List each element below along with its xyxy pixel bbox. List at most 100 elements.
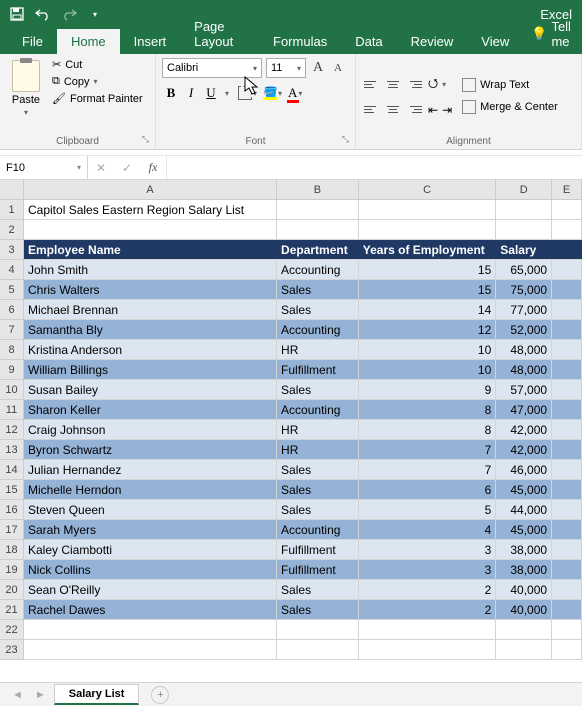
cell[interactable]: 75,000 <box>496 280 552 299</box>
row-header[interactable]: 23 <box>0 640 23 660</box>
name-box[interactable]: F10 ▾ <box>0 156 88 179</box>
undo-icon[interactable] <box>32 3 54 25</box>
cell[interactable]: 2 <box>359 580 497 599</box>
cell[interactable]: William Billings <box>24 360 277 379</box>
align-middle-button[interactable] <box>384 75 402 93</box>
tab-page-layout[interactable]: Page Layout <box>180 14 259 54</box>
copy-button[interactable]: ⧉ Copy ▾ <box>52 75 143 88</box>
font-name-dropdown[interactable]: Calibri ▾ <box>162 58 262 78</box>
cell[interactable] <box>552 220 582 239</box>
row-header[interactable]: 7 <box>0 320 23 340</box>
cell[interactable] <box>552 200 582 219</box>
cell[interactable]: Nick Collins <box>24 560 277 579</box>
cell[interactable]: 6 <box>359 480 497 499</box>
row-header[interactable]: 6 <box>0 300 23 320</box>
cell[interactable]: Employee Name <box>24 240 277 259</box>
cell[interactable]: Fulfillment <box>277 540 359 559</box>
column-headers[interactable]: A B C D E <box>24 180 582 200</box>
decrease-font-icon[interactable]: A <box>330 60 346 76</box>
cell[interactable]: 40,000 <box>496 580 552 599</box>
align-center-button[interactable] <box>384 101 402 119</box>
tab-view[interactable]: View <box>467 29 523 54</box>
cell[interactable]: Years of Employment <box>359 240 497 259</box>
tab-formulas[interactable]: Formulas <box>259 29 341 54</box>
select-all-corner[interactable] <box>0 180 24 200</box>
cell[interactable]: 7 <box>359 460 497 479</box>
cell[interactable]: Kristina Anderson <box>24 340 277 359</box>
cell[interactable]: 40,000 <box>496 600 552 619</box>
prev-sheet-icon[interactable]: ◄ <box>8 689 27 701</box>
cell[interactable] <box>24 620 277 639</box>
align-top-button[interactable] <box>362 75 380 93</box>
add-sheet-icon[interactable]: + <box>151 686 169 704</box>
cell[interactable] <box>552 240 582 259</box>
cell[interactable]: 4 <box>359 520 497 539</box>
cell[interactable]: 9 <box>359 380 497 399</box>
tell-me[interactable]: 💡 Tell me <box>523 14 582 54</box>
row-header[interactable]: 2 <box>0 220 23 240</box>
cell[interactable]: 45,000 <box>496 520 552 539</box>
cell[interactable]: Craig Johnson <box>24 420 277 439</box>
cell[interactable]: 48,000 <box>496 360 552 379</box>
row-header[interactable]: 15 <box>0 480 23 500</box>
merge-center-button[interactable]: Merge & Center <box>462 100 558 114</box>
accept-formula-icon[interactable]: ✓ <box>114 161 140 175</box>
cell[interactable]: John Smith <box>24 260 277 279</box>
col-header[interactable]: A <box>24 180 277 199</box>
row-header[interactable]: 12 <box>0 420 23 440</box>
row-header[interactable]: 4 <box>0 260 23 280</box>
cell[interactable]: Capitol Sales Eastern Region Salary List <box>24 200 277 219</box>
col-header[interactable]: E <box>552 180 582 199</box>
orientation-icon[interactable]: ⭯ <box>428 74 438 95</box>
row-header[interactable]: 17 <box>0 520 23 540</box>
col-header[interactable]: D <box>496 180 552 199</box>
cell[interactable] <box>552 520 582 539</box>
align-right-button[interactable] <box>406 101 424 119</box>
cancel-formula-icon[interactable]: ✕ <box>88 161 114 175</box>
cell[interactable]: Accounting <box>277 320 359 339</box>
cell[interactable]: 8 <box>359 420 497 439</box>
format-painter-button[interactable]: 🖌 Format Painter <box>52 92 143 105</box>
chevron-down-icon[interactable]: ▾ <box>442 80 446 89</box>
cell[interactable] <box>552 500 582 519</box>
row-header[interactable]: 10 <box>0 380 23 400</box>
row-header[interactable]: 16 <box>0 500 23 520</box>
save-icon[interactable] <box>6 3 28 25</box>
cell[interactable] <box>359 220 497 239</box>
cell[interactable] <box>552 260 582 279</box>
tab-data[interactable]: Data <box>341 29 396 54</box>
cell[interactable]: 45,000 <box>496 480 552 499</box>
font-color-button[interactable]: A▾ <box>288 85 302 101</box>
cell[interactable] <box>552 620 582 639</box>
cell[interactable]: 48,000 <box>496 340 552 359</box>
cell[interactable]: 12 <box>359 320 497 339</box>
wrap-text-button[interactable]: Wrap Text <box>462 78 558 92</box>
increase-font-icon[interactable]: A <box>310 60 326 76</box>
cell[interactable] <box>552 460 582 479</box>
cell[interactable] <box>552 360 582 379</box>
cell[interactable]: 10 <box>359 340 497 359</box>
cell[interactable]: Rachel Dawes <box>24 600 277 619</box>
font-size-dropdown[interactable]: 11 ▾ <box>266 58 306 78</box>
fx-icon[interactable]: fx <box>140 160 166 175</box>
cell[interactable]: Salary <box>496 240 552 259</box>
cell[interactable] <box>24 640 277 659</box>
row-header[interactable]: 20 <box>0 580 23 600</box>
cell[interactable] <box>552 540 582 559</box>
row-header[interactable]: 14 <box>0 460 23 480</box>
borders-button[interactable]: ▾ <box>238 86 257 100</box>
cell[interactable] <box>552 640 582 659</box>
cell[interactable]: 8 <box>359 400 497 419</box>
cell[interactable]: 3 <box>359 540 497 559</box>
tab-review[interactable]: Review <box>397 29 468 54</box>
cell[interactable]: 77,000 <box>496 300 552 319</box>
col-header[interactable]: B <box>277 180 359 199</box>
cell[interactable]: 14 <box>359 300 497 319</box>
tab-file[interactable]: File <box>8 29 57 54</box>
cell[interactable]: Michael Brennan <box>24 300 277 319</box>
tab-insert[interactable]: Insert <box>120 29 181 54</box>
cell[interactable]: 44,000 <box>496 500 552 519</box>
row-header[interactable]: 19 <box>0 560 23 580</box>
cut-button[interactable]: ✂ Cut <box>52 58 143 71</box>
cell[interactable] <box>277 620 359 639</box>
